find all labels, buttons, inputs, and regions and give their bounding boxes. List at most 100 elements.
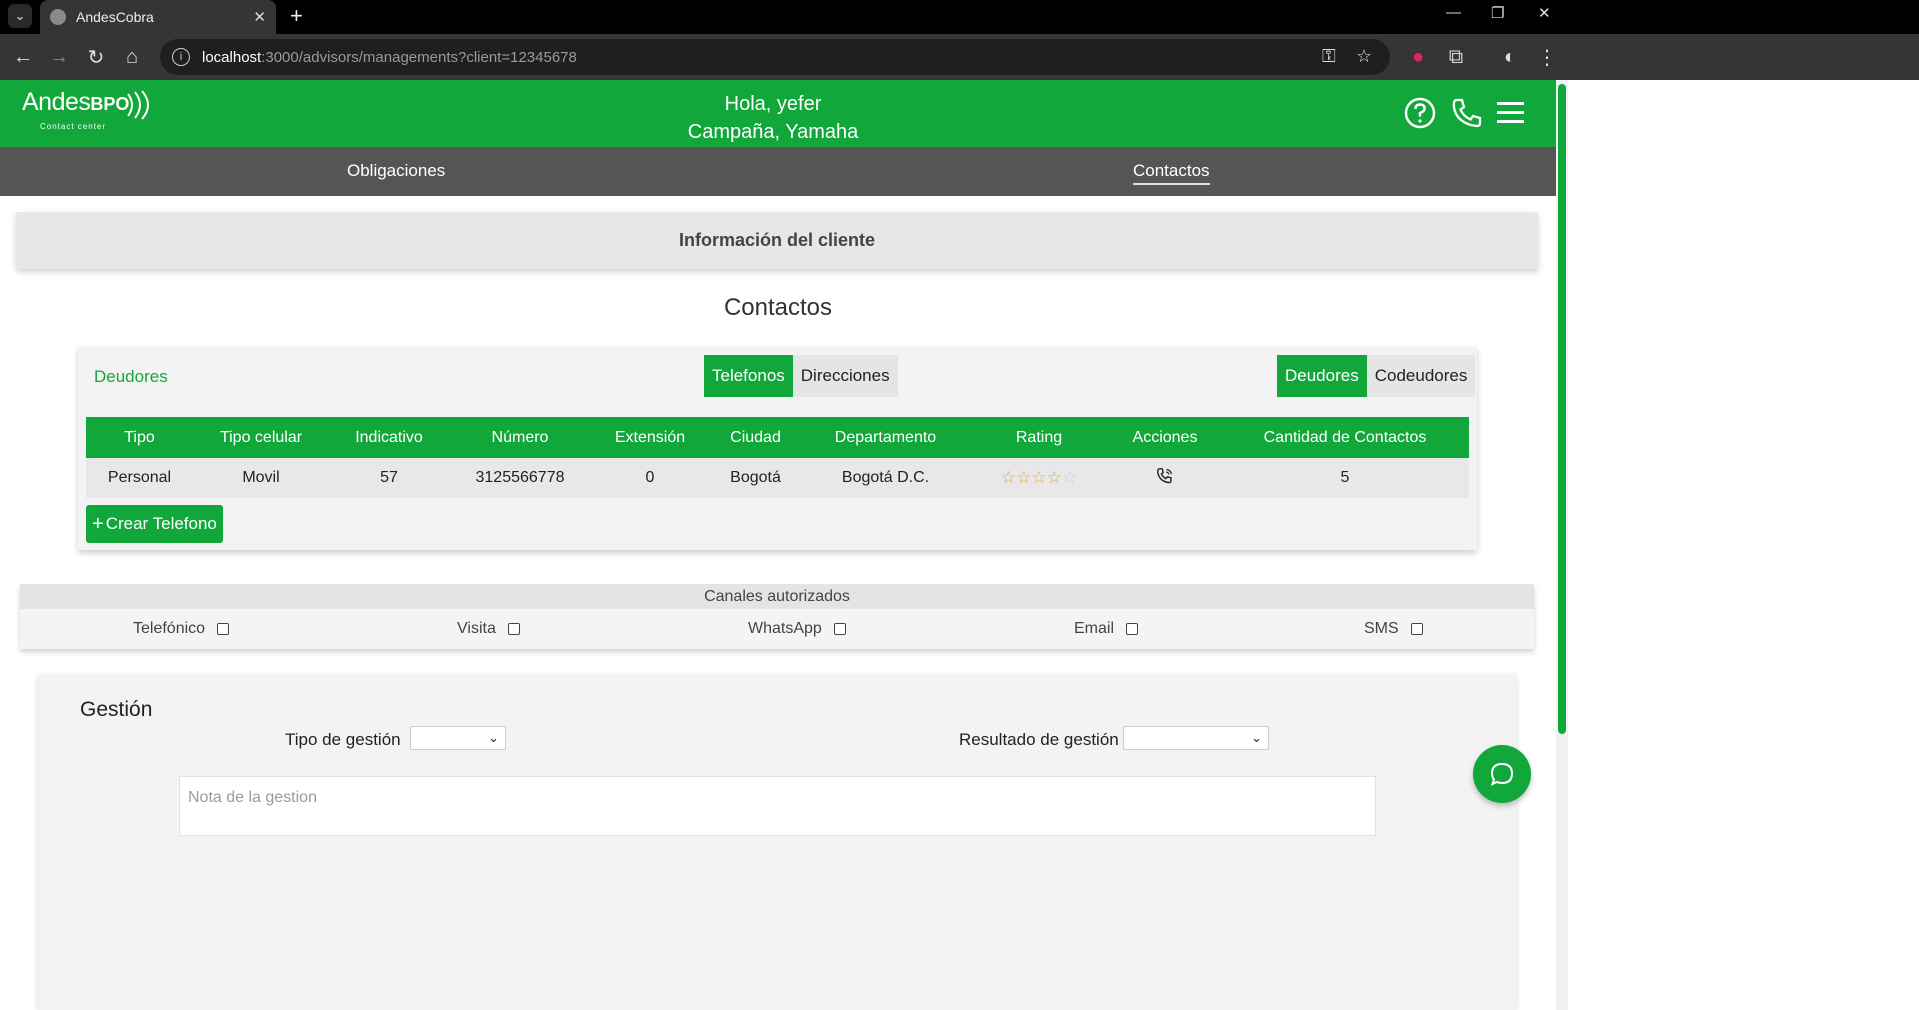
col-acciones: Acciones xyxy=(1109,417,1221,458)
star-filled-icon[interactable]: ☆ xyxy=(1031,468,1046,487)
help-icon[interactable] xyxy=(1403,96,1437,130)
col-indicativo: Indicativo xyxy=(329,417,449,458)
channel-telefonico: Telefónico xyxy=(133,620,230,638)
crear-telefono-label: Crear Telefono xyxy=(105,514,217,533)
cell-tipo: Personal xyxy=(86,458,193,498)
site-info-icon[interactable]: i xyxy=(172,48,190,66)
col-departamento: Departamento xyxy=(802,417,969,458)
browser-tabbar: ⌄ AndesCobra ✕ + — ❐ ✕ xyxy=(0,0,1919,34)
call-phone-icon[interactable] xyxy=(1156,467,1174,485)
tipo-gestion-label: Tipo de gestión xyxy=(285,730,401,749)
phones-table: Tipo Tipo celular Indicativo Número Exte… xyxy=(86,417,1469,498)
table-row: Personal Movil 57 3125566778 0 Bogotá Bo… xyxy=(86,458,1469,498)
resultado-gestion-label: Resultado de gestión xyxy=(959,730,1119,749)
cell-departamento: Bogotá D.C. xyxy=(802,458,969,498)
browser-menu-icon[interactable]: ⋮ xyxy=(1533,43,1561,71)
cell-cantidad: 5 xyxy=(1221,458,1469,498)
col-numero: Número xyxy=(449,417,591,458)
key-icon[interactable]: ⚿ xyxy=(1322,46,1336,67)
app-header: AndesBPO Contact center Hola, yefer Camp… xyxy=(0,80,1556,147)
signal-waves-icon xyxy=(127,90,149,120)
channel-email: Email xyxy=(1074,620,1139,638)
contacts-card: Deudores Telefonos Direcciones Deudores … xyxy=(78,347,1477,550)
tab-title: AndesCobra xyxy=(76,9,154,25)
chat-bubble-icon xyxy=(1490,762,1514,786)
channel-label: Telefónico xyxy=(133,620,206,637)
codeudores-button[interactable]: Codeudores xyxy=(1366,355,1476,397)
crear-telefono-button[interactable]: + Crear Telefono xyxy=(86,505,223,543)
gestion-title: Gestión xyxy=(80,698,153,721)
logo-text: Andes xyxy=(22,88,91,116)
rating-stars[interactable]: ☆☆☆☆☆ xyxy=(1001,468,1077,487)
authorized-channels: Canales autorizados Telefónico Visita Wh… xyxy=(20,584,1534,649)
plus-icon: + xyxy=(92,512,104,535)
cell-indicativo: 57 xyxy=(329,458,449,498)
tab-obligaciones[interactable]: Obligaciones xyxy=(347,161,445,181)
cell-rating: ☆☆☆☆☆ xyxy=(969,458,1109,498)
channel-label: Email xyxy=(1074,620,1115,637)
channel-email-checkbox[interactable] xyxy=(1126,623,1139,635)
contact-type-toggle: Telefonos Direcciones xyxy=(704,355,898,397)
col-extension: Extensión xyxy=(591,417,709,458)
phone-icon[interactable] xyxy=(1450,96,1484,130)
reload-icon[interactable]: ↻ xyxy=(82,43,110,71)
tab-contactos[interactable]: Contactos xyxy=(1133,161,1210,185)
channel-label: Visita xyxy=(457,620,496,637)
star-filled-icon[interactable]: ☆ xyxy=(1047,468,1062,487)
cell-numero: 3125566778 xyxy=(449,458,591,498)
deudores-label: Deudores xyxy=(94,367,168,386)
new-tab-icon[interactable]: + xyxy=(290,3,303,29)
channel-sms-checkbox[interactable] xyxy=(1410,623,1423,635)
telefonos-button[interactable]: Telefonos xyxy=(704,355,793,397)
channels-title: Canales autorizados xyxy=(20,584,1534,609)
home-icon[interactable]: ⌂ xyxy=(118,43,146,71)
bookmark-star-icon[interactable]: ☆ xyxy=(1356,46,1372,67)
extension-record-icon[interactable]: ● xyxy=(1404,43,1432,71)
greeting-text: Hola, yefer xyxy=(724,93,822,115)
client-info-label: Información del cliente xyxy=(678,230,876,250)
nota-gestion-textarea[interactable]: Nota de la gestion xyxy=(179,776,1376,836)
channel-telefonico-checkbox[interactable] xyxy=(217,623,230,635)
cell-ciudad: Bogotá xyxy=(709,458,802,498)
chat-fab-button[interactable] xyxy=(1473,745,1531,803)
greeting-block: Hola, yefer Campaña, Yamaha xyxy=(600,90,946,146)
cell-acciones xyxy=(1109,458,1221,498)
nota-placeholder: Nota de la gestion xyxy=(188,789,317,806)
profile-avatar-icon[interactable]: ◐ xyxy=(1496,43,1524,71)
globe-icon xyxy=(50,9,66,25)
address-bar[interactable]: i localhost:3000/advisors/managements?cl… xyxy=(160,39,1390,75)
channel-whatsapp-checkbox[interactable] xyxy=(833,623,846,635)
col-cantidad: Cantidad de Contactos xyxy=(1221,417,1469,458)
extensions-puzzle-icon[interactable]: ⧉ xyxy=(1442,43,1470,71)
close-tab-icon[interactable]: ✕ xyxy=(253,8,266,26)
resultado-gestion-select[interactable]: ⌄ xyxy=(1123,726,1269,750)
gestion-panel: Gestión Tipo de gestión ⌄ Resultado de g… xyxy=(38,674,1516,1010)
channel-visita: Visita xyxy=(457,620,520,638)
channel-visita-checkbox[interactable] xyxy=(507,623,520,635)
tab-list-icon[interactable]: ⌄ xyxy=(8,4,32,28)
table-header-row: Tipo Tipo celular Indicativo Número Exte… xyxy=(86,417,1469,458)
section-nav: Obligaciones Contactos xyxy=(0,147,1556,196)
tipo-gestion-select[interactable]: ⌄ xyxy=(410,726,506,750)
andesbpo-logo[interactable]: AndesBPO Contact center xyxy=(22,88,149,131)
browser-tab[interactable]: AndesCobra ✕ xyxy=(40,0,276,34)
channel-sms: SMS xyxy=(1364,620,1423,638)
star-empty-icon[interactable]: ☆ xyxy=(1062,468,1077,487)
minimize-icon[interactable]: — xyxy=(1446,4,1461,21)
url-path: :3000/advisors/managements?client=123456… xyxy=(261,48,577,66)
restore-icon[interactable]: ❐ xyxy=(1491,4,1504,22)
star-filled-icon[interactable]: ☆ xyxy=(1016,468,1031,487)
forward-icon[interactable]: → xyxy=(45,43,73,71)
page-scrollbar-thumb[interactable] xyxy=(1558,84,1566,734)
direcciones-button[interactable]: Direcciones xyxy=(792,355,898,397)
back-icon[interactable]: ← xyxy=(9,43,37,71)
close-window-icon[interactable]: ✕ xyxy=(1538,4,1551,22)
browser-toolbar: ← → ↻ ⌂ i localhost:3000/advisors/manage… xyxy=(0,34,1919,80)
client-info-toggle[interactable]: Información del cliente xyxy=(16,212,1538,269)
deudores-button[interactable]: Deudores xyxy=(1277,355,1367,397)
logo-subtitle: Contact center xyxy=(40,122,107,131)
hamburger-menu-icon[interactable] xyxy=(1494,96,1528,130)
chevron-down-icon: ⌄ xyxy=(1251,730,1262,745)
star-filled-icon[interactable]: ☆ xyxy=(1001,468,1016,487)
col-tipo-celular: Tipo celular xyxy=(193,417,329,458)
